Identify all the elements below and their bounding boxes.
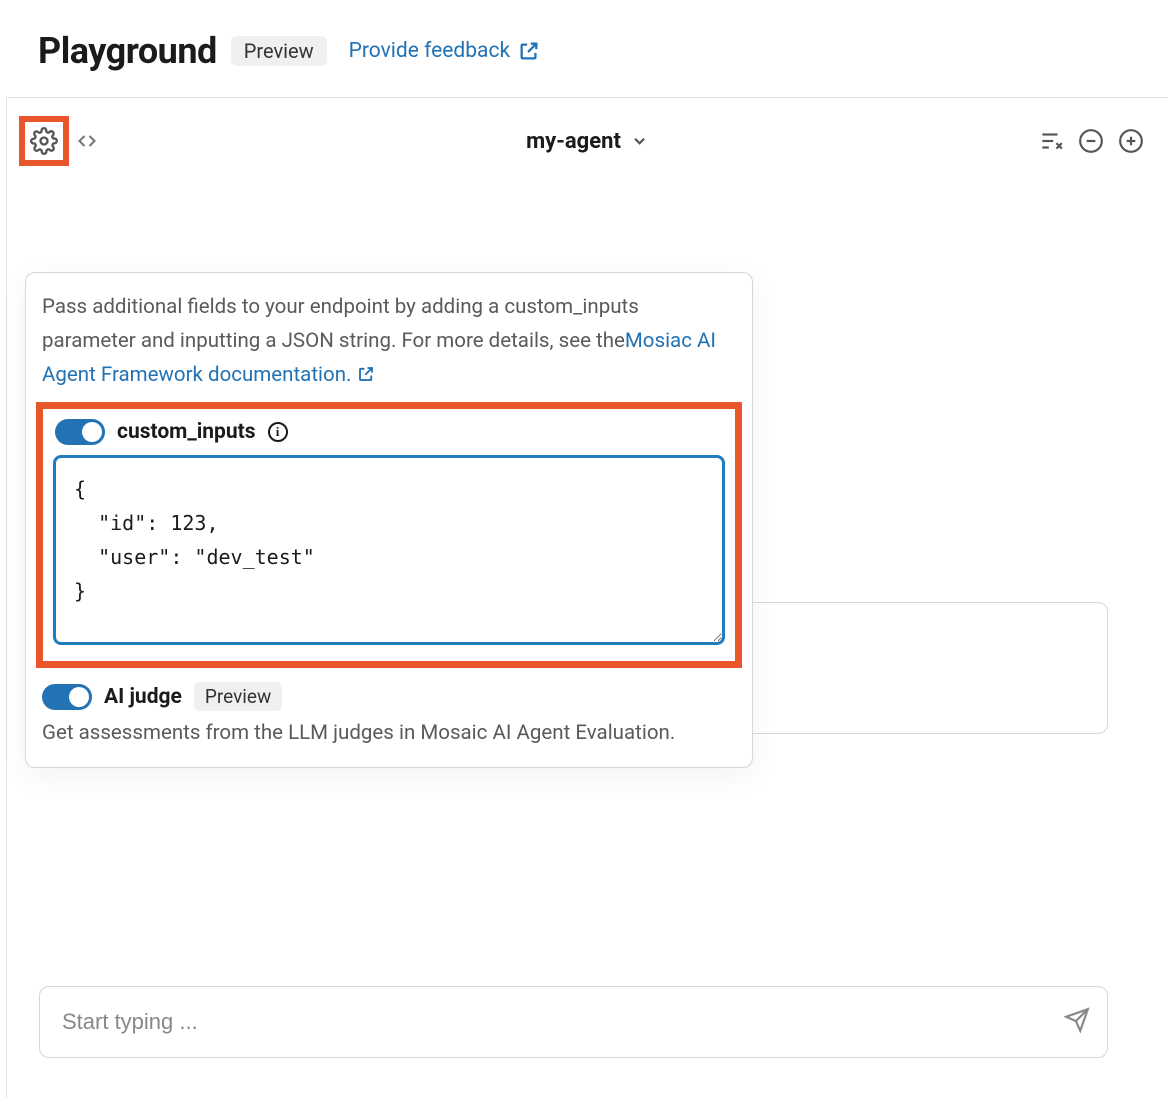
add-panel-button[interactable] [1118,128,1144,154]
description-text: Pass additional fields to your endpoint … [42,295,639,353]
provide-feedback-link[interactable]: Provide feedback [349,39,540,63]
preview-badge: Preview [231,36,327,66]
external-link-icon [518,40,540,62]
custom-inputs-toggle[interactable] [55,419,105,445]
settings-button[interactable] [30,127,58,155]
chat-input[interactable] [39,986,1108,1058]
minus-circle-icon [1078,128,1104,154]
settings-gear-highlight [19,116,69,166]
agent-name-label: my-agent [526,129,621,154]
plus-circle-icon [1118,128,1144,154]
send-button[interactable] [1064,1007,1090,1037]
chevron-down-icon [631,132,649,150]
remove-panel-button[interactable] [1078,128,1104,154]
filter-clear-icon [1038,128,1064,154]
code-toggle-button[interactable] [75,131,99,151]
ai-judge-toggle[interactable] [42,684,92,710]
clear-filters-button[interactable] [1038,128,1064,154]
custom-inputs-description: Pass additional fields to your endpoint … [26,291,752,402]
info-icon[interactable]: i [268,422,288,442]
custom-inputs-highlight: custom_inputs i [36,402,742,668]
send-icon [1064,1007,1090,1033]
ai-judge-label: AI judge [104,685,182,709]
ai-judge-preview-badge: Preview [194,682,282,711]
code-icon [75,131,99,151]
agent-selector-dropdown[interactable]: my-agent [526,129,649,154]
page-title: Playground [38,30,217,72]
settings-popover: Pass additional fields to your endpoint … [25,272,753,768]
ai-judge-description: Get assessments from the LLM judges in M… [26,711,752,745]
custom-inputs-textarea[interactable] [53,455,725,645]
custom-inputs-label: custom_inputs [117,420,256,444]
gear-icon [30,127,58,155]
external-link-icon [357,365,375,383]
feedback-link-label: Provide feedback [349,39,510,63]
